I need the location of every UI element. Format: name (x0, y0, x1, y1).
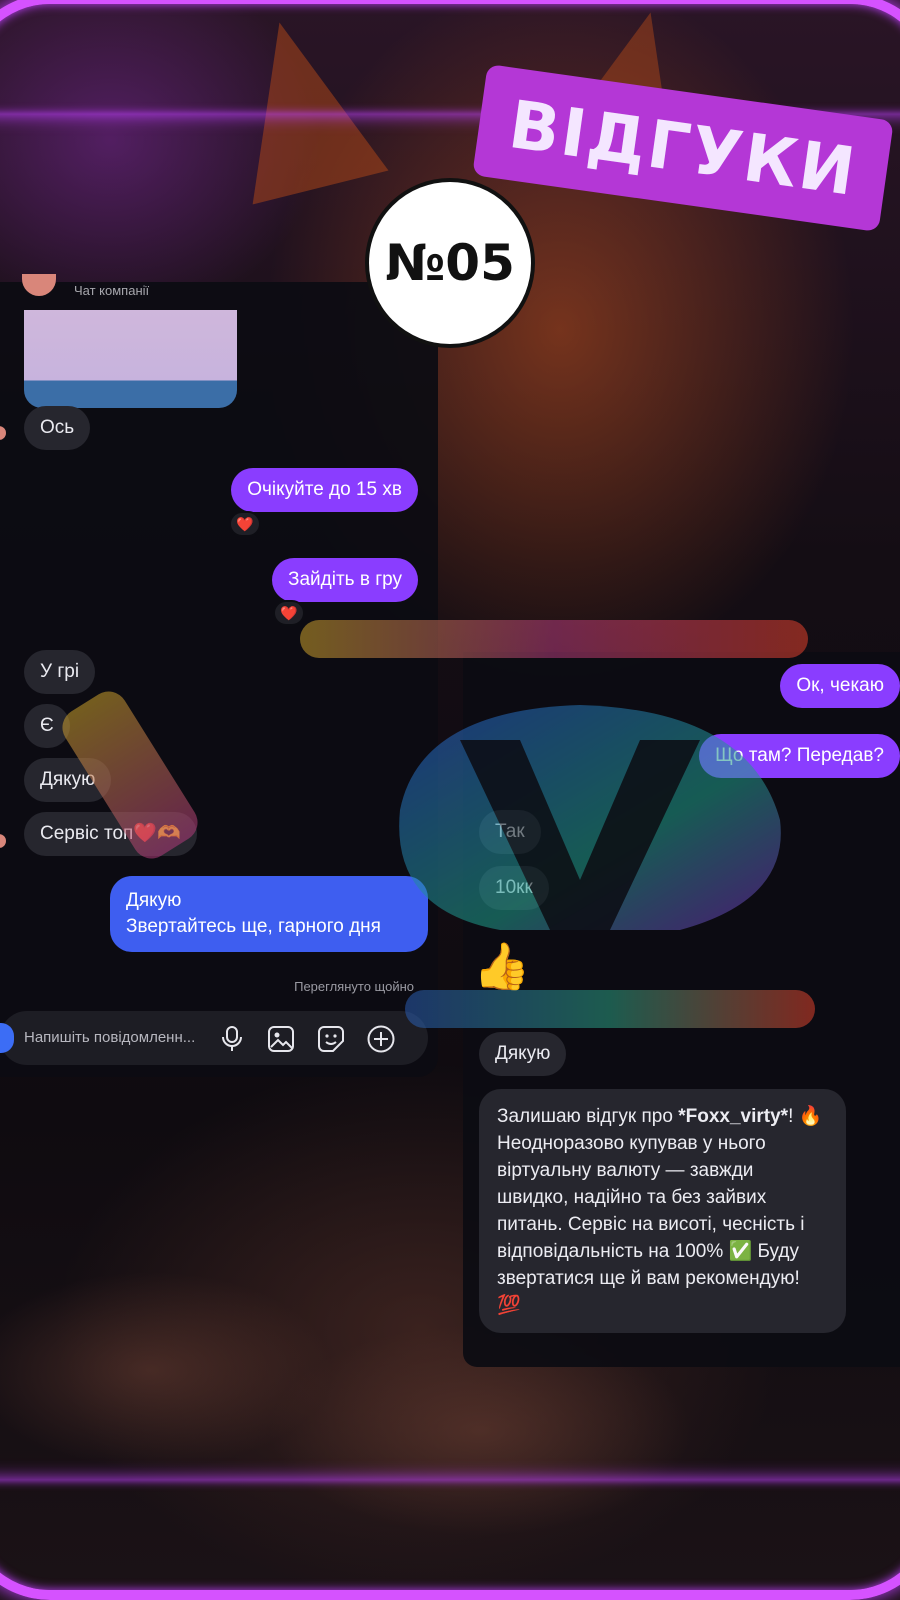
message-in-yes[interactable]: Так (479, 810, 541, 854)
review-text-start: Залишаю відгук про (497, 1106, 673, 1127)
review-seller-name: *Foxx_virty* (678, 1106, 789, 1127)
message-line: Дякую (126, 890, 182, 911)
review-number: №05 (385, 234, 515, 292)
sender-avatar-dot (0, 426, 6, 440)
thumbs-up-icon[interactable]: 👍 (473, 938, 530, 994)
left-chat-screenshot: Чат компанії Ось Очікуйте до 15 хв ❤️ За… (0, 274, 438, 1077)
microphone-icon[interactable] (218, 1025, 246, 1053)
message-in-os[interactable]: Ось (24, 406, 91, 450)
image-attachment[interactable] (24, 310, 237, 408)
review-number-badge: №05 (365, 178, 535, 348)
message-in-amount[interactable]: 10кк (479, 866, 549, 910)
image-icon[interactable] (267, 1025, 295, 1053)
message-input[interactable]: Напишіть повідомленн... (24, 1029, 195, 1046)
neon-frame-bottom (0, 1480, 900, 1600)
chat-header-label: Чат компанії (74, 283, 150, 298)
neon-frame-top (0, 0, 900, 114)
message-in-in-game[interactable]: У грі (24, 650, 96, 694)
message-line: Звертайтесь ще, гарного дня (126, 916, 381, 937)
heart-reaction-icon[interactable]: ❤️ (273, 600, 305, 626)
message-out-wait[interactable]: Очікуйте до 15 хв (231, 468, 418, 512)
heart-reaction-icon[interactable]: ❤️ (229, 511, 261, 537)
plus-icon[interactable] (367, 1025, 395, 1053)
message-out-ok-waiting[interactable]: Ок, чекаю (780, 664, 900, 708)
watermark-stripe (300, 620, 808, 658)
avatar[interactable] (22, 274, 56, 296)
message-composer[interactable]: Напишіть повідомленн... (0, 1011, 428, 1065)
message-out-thanks-come-again[interactable]: Дякую Звертайтесь ще, гарного дня (110, 876, 428, 952)
message-out-enter-game[interactable]: Зайдіть в гру (272, 558, 418, 602)
message-out-whats-up[interactable]: Що там? Передав? (699, 734, 900, 778)
review-message[interactable]: Залишаю відгук про *Foxx_virty*! 🔥 Неодн… (479, 1089, 846, 1333)
sender-avatar-dot (0, 834, 6, 848)
sticker-icon[interactable] (317, 1025, 345, 1053)
message-in-thanks[interactable]: Дякую (479, 1032, 567, 1076)
watermark-stripe (405, 990, 815, 1028)
seen-status: Переглянуто щойно (294, 979, 414, 994)
camera-button[interactable] (0, 1023, 14, 1053)
review-text-body: ! 🔥 Неодноразово купував у нього віртуал… (497, 1106, 823, 1316)
